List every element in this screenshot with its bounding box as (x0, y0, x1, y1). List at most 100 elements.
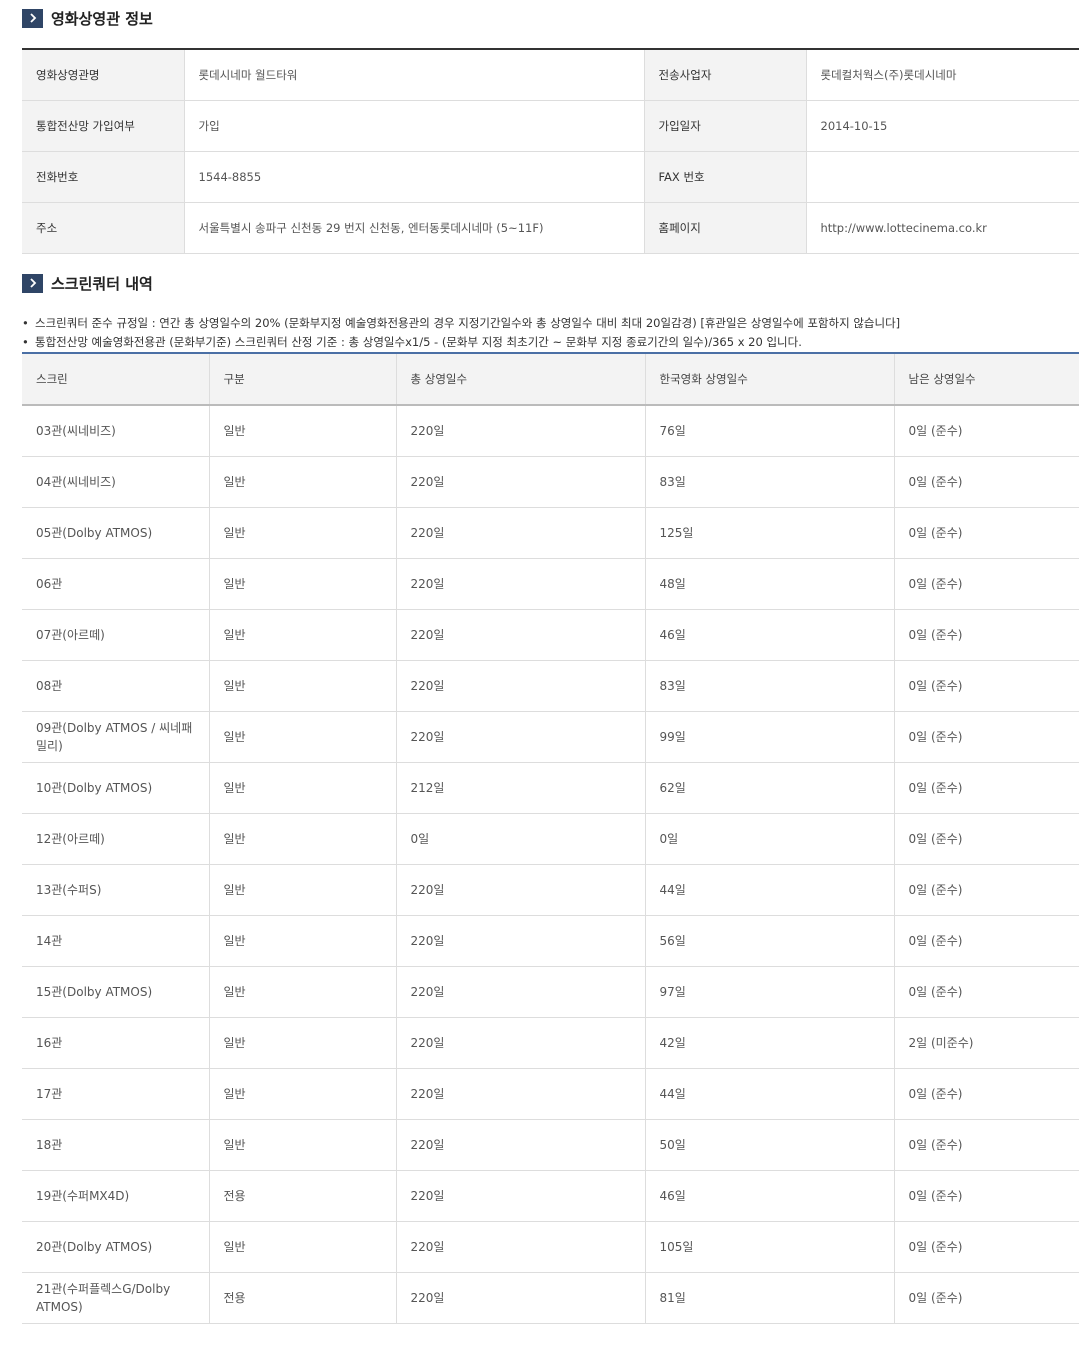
table-row: 10관(Dolby ATMOS) 일반 212일 62일 0일 (준수) (22, 762, 1079, 814)
cell-korean-days: 83일 (645, 456, 895, 508)
cell-korean-days: 62일 (645, 762, 895, 814)
cell-korean-days: 50일 (645, 1119, 895, 1171)
cell-remaining-days: 0일 (준수) (894, 660, 1079, 712)
cell-screen: 13관(수퍼S) (22, 864, 210, 916)
cell-type: 일반 (209, 711, 397, 763)
cell-screen: 21관(수퍼플렉스G/Dolby ATMOS) (22, 1272, 210, 1324)
cell-remaining-days: 0일 (준수) (894, 507, 1079, 559)
cell-screen: 04관(씨네비즈) (22, 456, 210, 508)
cell-screen: 12관(아르떼) (22, 813, 210, 865)
cell-total-days: 220일 (396, 1221, 646, 1273)
table-row: 13관(수퍼S) 일반 220일 44일 0일 (준수) (22, 864, 1079, 916)
info-value: 서울특별시 송파구 신천동 29 번지 신천동, 엔터동롯데시네마 (5~11F… (184, 202, 645, 254)
cell-screen: 19관(수퍼MX4D) (22, 1170, 210, 1222)
screen-quota-title: 스크린쿼터 내역 (51, 274, 153, 293)
info-value: 1544-8855 (184, 151, 645, 203)
table-row: 03관(씨네비즈) 일반 220일 76일 0일 (준수) (22, 405, 1079, 457)
cell-remaining-days: 0일 (준수) (894, 456, 1079, 508)
info-value: 가입 (184, 100, 645, 152)
cell-type: 전용 (209, 1272, 397, 1324)
cell-korean-days: 125일 (645, 507, 895, 559)
table-row: 07관(아르떼) 일반 220일 46일 0일 (준수) (22, 609, 1079, 661)
col-header-korean-days: 한국영화 상영일수 (645, 353, 895, 406)
cell-type: 일반 (209, 864, 397, 916)
cell-total-days: 220일 (396, 609, 646, 661)
cell-korean-days: 99일 (645, 711, 895, 763)
cell-total-days: 220일 (396, 507, 646, 559)
cell-total-days: 220일 (396, 1017, 646, 1069)
cell-screen: 07관(아르떼) (22, 609, 210, 661)
theater-info-table: 영화상영관명 롯데시네마 월드타워 전송사업자 롯데컬처웍스(주)롯데시네마 통합전산망… (22, 48, 1079, 254)
info-value: 롯데시네마 월드타워 (184, 49, 645, 101)
cell-total-days: 220일 (396, 405, 646, 457)
info-label: 홈페이지 (644, 202, 807, 254)
cell-remaining-days: 0일 (준수) (894, 915, 1079, 967)
info-row: 통합전산망 가입여부 가입 가입일자 2014-10-15 (22, 100, 1079, 152)
info-label: 전송사업자 (644, 49, 807, 101)
cell-total-days: 220일 (396, 1170, 646, 1222)
info-label: 전화번호 (22, 151, 185, 203)
cell-korean-days: 105일 (645, 1221, 895, 1273)
cell-total-days: 220일 (396, 456, 646, 508)
table-row: 12관(아르떼) 일반 0일 0일 0일 (준수) (22, 813, 1079, 865)
cell-screen: 10관(Dolby ATMOS) (22, 762, 210, 814)
col-header-remaining-days: 남은 상영일수 (894, 353, 1079, 406)
table-row: 06관 일반 220일 48일 0일 (준수) (22, 558, 1079, 610)
table-row: 04관(씨네비즈) 일반 220일 83일 0일 (준수) (22, 456, 1079, 508)
table-row: 14관 일반 220일 56일 0일 (준수) (22, 915, 1079, 967)
cell-screen: 08관 (22, 660, 210, 712)
cell-remaining-days: 0일 (준수) (894, 609, 1079, 661)
table-row: 15관(Dolby ATMOS) 일반 220일 97일 0일 (준수) (22, 966, 1079, 1018)
cell-remaining-days: 0일 (준수) (894, 1221, 1079, 1273)
cell-remaining-days: 0일 (준수) (894, 813, 1079, 865)
quota-note: 스크린쿼터 준수 규정일 : 연간 총 상영일수의 20% (문화부지정 예술영… (22, 314, 1079, 333)
cell-remaining-days: 0일 (준수) (894, 1272, 1079, 1324)
cell-screen: 16관 (22, 1017, 210, 1069)
cell-total-days: 220일 (396, 711, 646, 763)
info-value: http://www.lottecinema.co.kr (806, 202, 1079, 254)
chevron-right-icon (22, 273, 43, 293)
cell-korean-days: 97일 (645, 966, 895, 1018)
col-header-type: 구분 (209, 353, 397, 406)
cell-remaining-days: 0일 (준수) (894, 1068, 1079, 1120)
info-label: FAX 번호 (644, 151, 807, 203)
cell-korean-days: 48일 (645, 558, 895, 610)
table-row: 20관(Dolby ATMOS) 일반 220일 105일 0일 (준수) (22, 1221, 1079, 1273)
cell-total-days: 212일 (396, 762, 646, 814)
cell-type: 일반 (209, 507, 397, 559)
cell-type: 일반 (209, 405, 397, 457)
quota-note: 통합전산망 예술영화전용관 (문화부기준) 스크린쿼터 산정 기준 : 총 상영… (22, 333, 1079, 352)
cell-korean-days: 46일 (645, 609, 895, 661)
cell-screen: 06관 (22, 558, 210, 610)
info-row: 주소 서울특별시 송파구 신천동 29 번지 신천동, 엔터동롯데시네마 (5~1… (22, 202, 1079, 254)
cell-korean-days: 76일 (645, 405, 895, 457)
info-value: 롯데컬처웍스(주)롯데시네마 (806, 49, 1079, 101)
col-header-screen: 스크린 (22, 353, 210, 406)
cell-remaining-days: 0일 (준수) (894, 966, 1079, 1018)
table-row: 17관 일반 220일 44일 0일 (준수) (22, 1068, 1079, 1120)
table-row: 16관 일반 220일 42일 2일 (미준수) (22, 1017, 1079, 1069)
cell-type: 일반 (209, 1221, 397, 1273)
cell-type: 일반 (209, 813, 397, 865)
cell-type: 일반 (209, 915, 397, 967)
table-row: 09관(Dolby ATMOS / 씨네패밀리) 일반 220일 99일 0일 (준수) (22, 711, 1079, 763)
cell-screen: 20관(Dolby ATMOS) (22, 1221, 210, 1273)
cell-screen: 03관(씨네비즈) (22, 405, 210, 457)
cell-korean-days: 46일 (645, 1170, 895, 1222)
cell-remaining-days: 0일 (준수) (894, 711, 1079, 763)
cell-type: 일반 (209, 966, 397, 1018)
cell-remaining-days: 2일 (미준수) (894, 1017, 1079, 1069)
cell-korean-days: 0일 (645, 813, 895, 865)
cell-remaining-days: 0일 (준수) (894, 1119, 1079, 1171)
table-row: 18관 일반 220일 50일 0일 (준수) (22, 1119, 1079, 1171)
cell-total-days: 0일 (396, 813, 646, 865)
cell-korean-days: 44일 (645, 1068, 895, 1120)
info-value: 2014-10-15 (806, 100, 1079, 152)
cell-remaining-days: 0일 (준수) (894, 405, 1079, 457)
cell-total-days: 220일 (396, 1068, 646, 1120)
cell-total-days: 220일 (396, 915, 646, 967)
cell-remaining-days: 0일 (준수) (894, 864, 1079, 916)
cell-total-days: 220일 (396, 1272, 646, 1324)
cell-remaining-days: 0일 (준수) (894, 1170, 1079, 1222)
info-value (806, 151, 1079, 203)
